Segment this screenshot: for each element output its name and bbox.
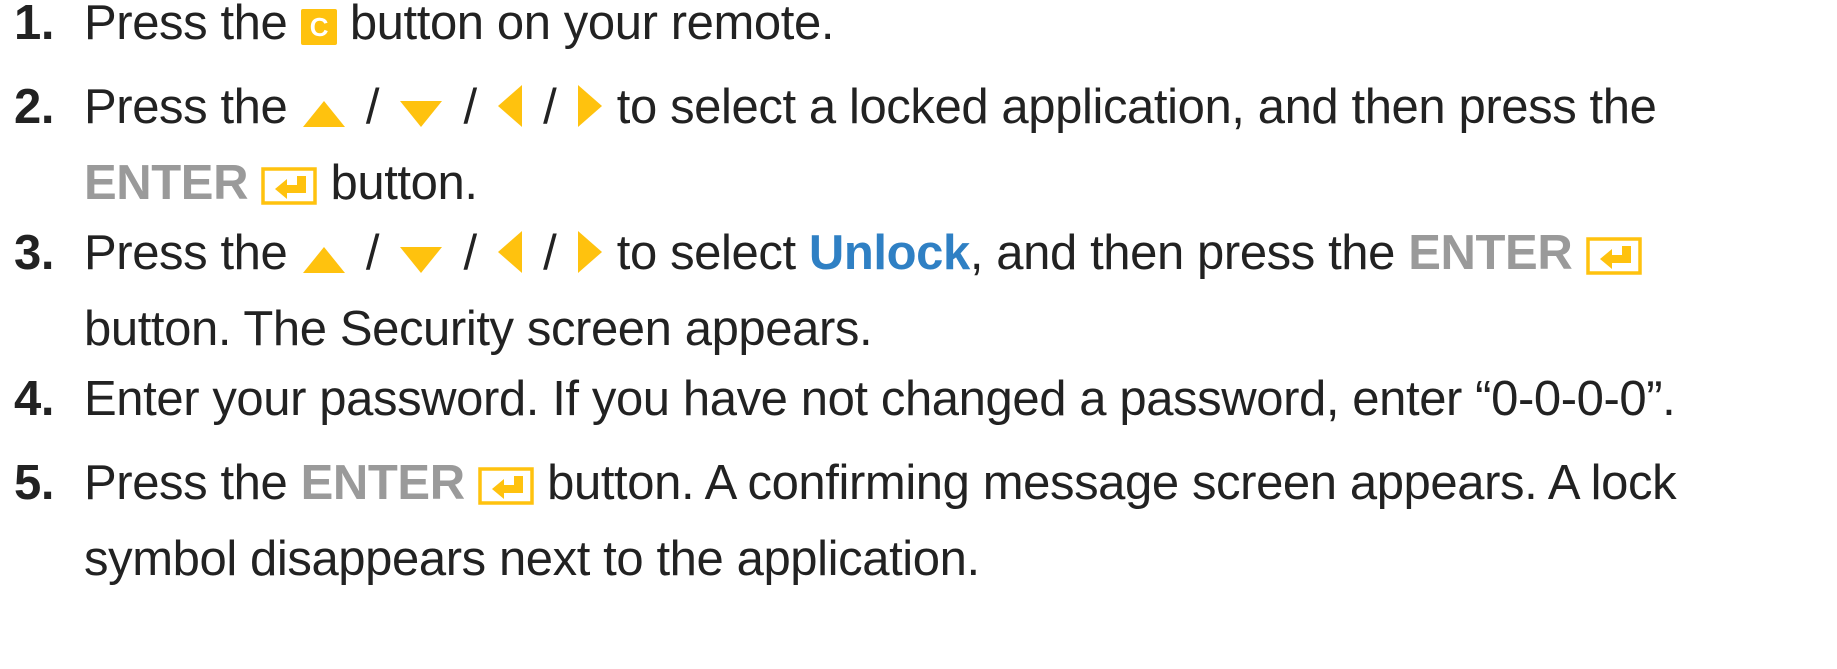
down-arrow-icon [398,245,444,275]
right-arrow-icon [576,229,604,275]
enter-key-icon [1585,237,1642,275]
step-2-after-arrows: to select a locked application, and then… [616,80,1657,134]
separator: / [543,226,557,280]
step-3-after-unlock: , and then press the [969,226,1396,280]
step-4-text: Enter your password. If you have not cha… [84,372,1676,426]
step-text: Press the / / / to select Unlock, and th… [84,215,1834,367]
step-text: Enter your password. If you have not cha… [84,361,1834,437]
c-key-label: C [309,12,328,42]
step-2-after-enter: button. [330,156,478,210]
step-3-line-2: button. The Security screen appears. [84,302,873,356]
step-number: 5. [14,456,55,510]
step-number: 3. [14,226,55,280]
step-text: Press the / / / to select a locked appli… [84,69,1834,221]
unlock-option: Unlock [808,226,970,280]
separator: / [463,80,477,134]
separator: / [463,226,477,280]
enter-key-icon [478,467,534,505]
step-3-to-select: to select [616,226,796,280]
step-number: 1. [14,0,55,50]
step-number: 4. [14,372,55,426]
step-3-press-the: Press the [84,226,288,280]
down-arrow-icon [398,99,444,129]
separator: / [365,80,380,134]
step-number: 2. [14,80,55,134]
step-text: Press the C button on your remote. [84,0,1834,61]
enter-key-icon [261,167,318,205]
up-arrow-icon [301,99,347,129]
left-arrow-icon [496,229,524,275]
right-arrow-icon [576,83,604,129]
enter-label: ENTER [1408,226,1573,280]
step-text: Press the ENTER button. A confirming mes… [84,445,1834,597]
step-5-after-enter: button. A confirming message screen appe… [547,456,1677,510]
step-5-press-the: Press the [84,456,288,510]
separator: / [543,80,557,134]
separator: / [365,226,380,280]
step-5-line-2: symbol disappears next to the applicatio… [84,532,980,586]
enter-label: ENTER [84,156,249,210]
up-arrow-icon [301,245,347,275]
c-key-icon: C [300,9,337,45]
left-arrow-icon [496,83,524,129]
step-2-press-the: Press the [84,80,288,134]
enter-label: ENTER [300,456,465,510]
step-1-after: button on your remote. [349,0,835,50]
instruction-steps: 1. Press the C button on your remote. 2.… [0,0,1837,669]
step-1-press-the: Press the [84,0,288,50]
